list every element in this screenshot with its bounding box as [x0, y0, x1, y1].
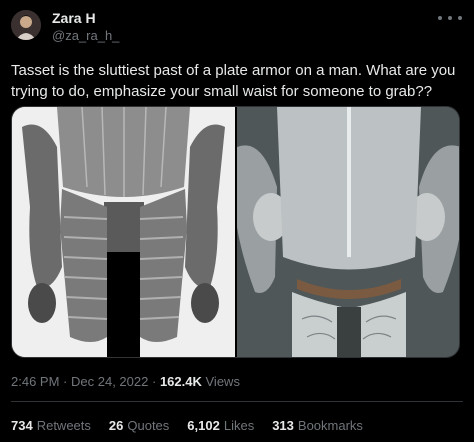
avatar-image: [11, 10, 41, 40]
views-count: 162.4K: [159, 374, 202, 389]
meta-separator: ·: [63, 374, 68, 389]
more-icon[interactable]: [438, 10, 462, 26]
armor-illustration-right: [237, 107, 459, 357]
avatar[interactable]: [11, 10, 41, 40]
likes-stat[interactable]: 6,102 Likes: [187, 418, 254, 433]
retweets-label: Retweets: [36, 418, 91, 433]
armor-photo-right[interactable]: [237, 107, 459, 357]
divider: [11, 401, 463, 402]
likes-count: 6,102: [187, 418, 220, 433]
armor-photo-left[interactable]: [12, 107, 235, 357]
tweet-header: Zara H @za_ra_h_: [0, 0, 474, 56]
author-name[interactable]: Zara H: [52, 10, 96, 26]
quotes-count: 26: [108, 418, 124, 433]
quotes-stat[interactable]: 26 Quotes: [109, 418, 169, 433]
views-label: Views: [205, 374, 240, 389]
bookmarks-label: Bookmarks: [297, 418, 363, 433]
tweet-meta: 2:46 PM · Dec 24, 2022 · 162.4K Views: [11, 374, 240, 389]
tweet-time[interactable]: 2:46 PM: [11, 374, 59, 389]
bookmarks-count: 313: [272, 418, 294, 433]
armor-illustration-left: [12, 107, 235, 357]
author-handle[interactable]: @za_ra_h_: [52, 28, 119, 43]
tweet-text: Tasset is the sluttiest past of a plate …: [11, 62, 456, 100]
retweets-stat[interactable]: 734 Retweets: [11, 418, 91, 433]
retweets-count: 734: [11, 418, 33, 433]
quotes-label: Quotes: [127, 418, 170, 433]
bookmarks-stat[interactable]: 313 Bookmarks: [272, 418, 363, 433]
tweet-media[interactable]: [11, 106, 460, 358]
likes-label: Likes: [223, 418, 255, 433]
meta-separator: ·: [151, 374, 157, 389]
tweet-date[interactable]: Dec 24, 2022: [71, 374, 148, 389]
tweet-stats: 734 Retweets 26 Quotes 6,102 Likes 313 Bookm…: [11, 418, 381, 433]
